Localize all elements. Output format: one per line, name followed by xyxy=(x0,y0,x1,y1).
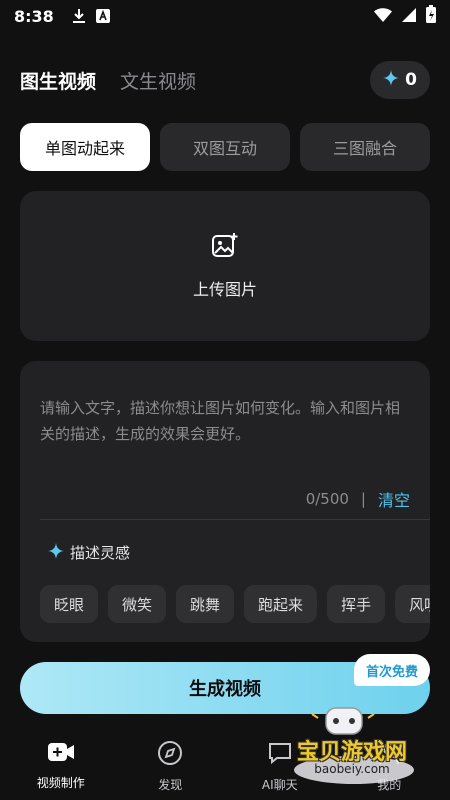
credits-button[interactable]: 0 xyxy=(370,61,430,99)
clear-button[interactable]: 清空 xyxy=(378,487,410,511)
char-counter: 0/500 xyxy=(305,490,349,508)
inspiration-header: 描述灵感 xyxy=(48,542,130,563)
nav-label-profile: 我的 xyxy=(377,778,402,792)
nav-profile[interactable]: 我的 xyxy=(344,740,434,800)
app-notification-icon xyxy=(95,9,110,23)
counter-separator: | xyxy=(360,490,366,508)
add-image-icon xyxy=(211,232,239,264)
compass-icon xyxy=(157,740,183,770)
chip-dance[interactable]: 跳舞 xyxy=(176,585,235,623)
header: 图生视频 文生视频 0 xyxy=(20,60,430,100)
nav-discover[interactable]: 发现 xyxy=(125,740,215,800)
mode-double-image[interactable]: 双图互动 xyxy=(160,123,290,171)
inspiration-chips: 眨眼 微笑 跳舞 跑起来 挥手 风吹 xyxy=(40,585,430,623)
download-icon xyxy=(72,8,86,24)
nav-label-discover: 发现 xyxy=(158,778,183,792)
signal-icon xyxy=(402,7,416,26)
chip-wave[interactable]: 挥手 xyxy=(327,585,386,623)
user-icon xyxy=(376,740,402,770)
tab-image-to-video[interactable]: 图生视频 xyxy=(20,67,96,94)
prompt-card: 请输入文字，描述你想让图片如何变化。输入和图片相关的描述，生成的效果会更好。 0… xyxy=(20,361,430,642)
status-bar: 8:38 xyxy=(0,0,450,32)
mode-triple-image[interactable]: 三图融合 xyxy=(300,123,430,171)
wifi-icon xyxy=(374,7,392,26)
battery-icon xyxy=(426,5,436,27)
sparkle-icon xyxy=(48,542,64,563)
chip-blink[interactable]: 眨眼 xyxy=(40,585,99,623)
bottom-nav: 视频制作 发现 AI聊天 我的 xyxy=(0,740,450,800)
tab-text-to-video[interactable]: 文生视频 xyxy=(120,67,196,94)
mode-tabs: 单图动起来 双图互动 三图融合 xyxy=(20,123,430,171)
video-icon xyxy=(47,740,75,768)
nav-video-create[interactable]: 视频制作 xyxy=(16,740,106,800)
prompt-input[interactable]: 请输入文字，描述你想让图片如何变化。输入和图片相关的描述，生成的效果会更好。 xyxy=(40,395,412,447)
chip-run[interactable]: 跑起来 xyxy=(244,585,318,623)
divider xyxy=(40,519,430,520)
chat-icon xyxy=(267,740,293,770)
inspiration-label: 描述灵感 xyxy=(70,544,131,562)
status-time: 8:38 xyxy=(14,6,54,26)
upload-image-label: 上传图片 xyxy=(192,280,257,299)
nav-ai-chat[interactable]: AI聊天 xyxy=(235,740,325,800)
chip-wind[interactable]: 风吹 xyxy=(395,585,430,623)
upload-image-area[interactable]: 上传图片 xyxy=(20,191,430,341)
nav-label-video-create: 视频制作 xyxy=(36,776,85,790)
prompt-counter-row: 0/500 | 清空 xyxy=(306,487,410,511)
sparkle-icon xyxy=(383,69,400,91)
first-free-badge: 首次免费 xyxy=(353,654,430,686)
chip-smile[interactable]: 微笑 xyxy=(108,585,167,623)
mode-single-image[interactable]: 单图动起来 xyxy=(20,123,150,171)
credits-count: 0 xyxy=(405,70,417,90)
nav-label-ai-chat: AI聊天 xyxy=(261,778,298,792)
